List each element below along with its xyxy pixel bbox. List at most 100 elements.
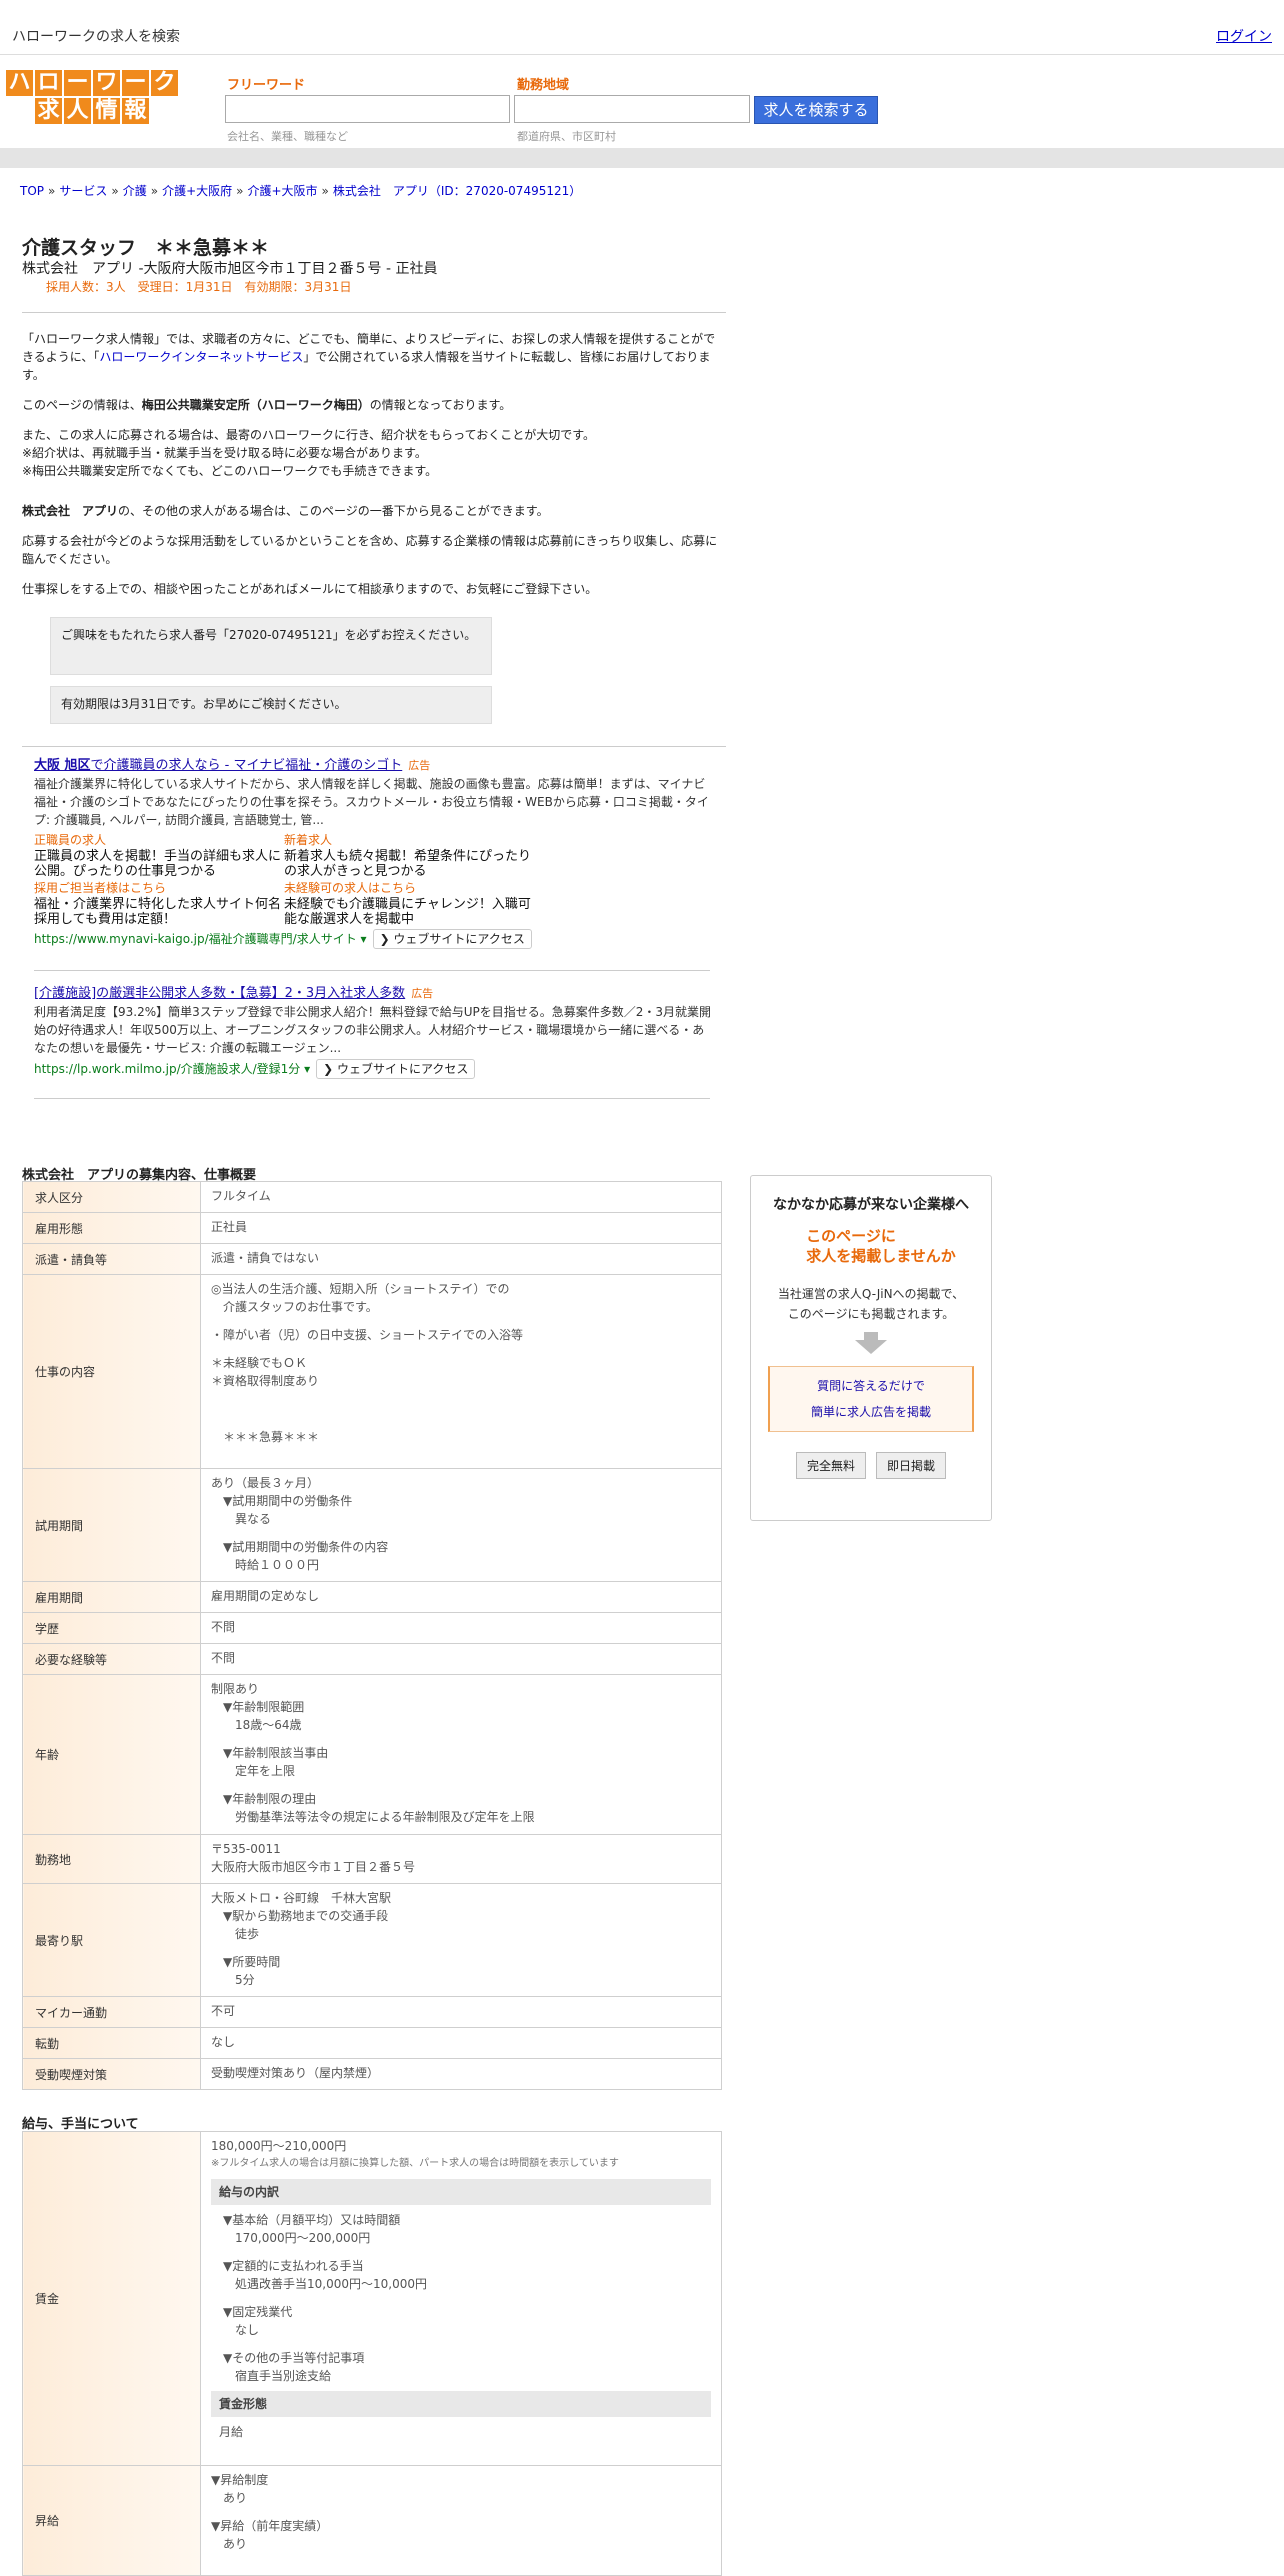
site-logo[interactable]: ハローワーク 求人情報 <box>5 69 179 125</box>
value-line: なし <box>235 2323 260 2337</box>
table-row: 仕事の内容 ◎当法人の生活介護、短期入所（ショートステイ）での 介護スタッフのお… <box>22 1274 722 1469</box>
row-label: 最寄り駅 <box>22 1883 201 1997</box>
divider <box>34 1098 710 1099</box>
table-row: 雇用期間 雇用期間の定めなし <box>22 1581 722 1613</box>
search-button[interactable]: 求人を検索する <box>754 96 878 124</box>
value-line: 170,000円〜200,000円 <box>235 2231 371 2245</box>
breadcrumb-top[interactable]: TOP <box>20 184 44 198</box>
hellowork-internet-link[interactable]: ハローワークインターネットサービス <box>99 350 303 364</box>
promo-title: なかなか応募が来ない企業様へ <box>773 1197 969 1213</box>
value-line: 18歳〜64歳 <box>235 1718 302 1732</box>
logo-char: 人 <box>64 98 91 124</box>
breadcrumb-kaigo-osaka-pref[interactable]: 介護+大阪府 <box>162 184 232 198</box>
logo-char: ー <box>64 70 91 96</box>
row-label: 派遣・請負等 <box>22 1243 201 1275</box>
row-value: 不可 <box>200 1996 722 2028</box>
freeword-label: フリーワード <box>227 78 306 93</box>
breadcrumb-kaigo-osaka-city[interactable]: 介護+大阪市 <box>247 184 317 198</box>
site-title: ハローワークの求人を検索 <box>12 29 180 45</box>
row-value: 派遣・請負ではない <box>200 1243 722 1275</box>
value-line: 異なる <box>235 1512 272 1526</box>
value-line: 〒535-0011 <box>211 1842 281 1856</box>
logo-char: 求 <box>35 98 62 124</box>
table-row: 試用期間 あり（最長３ヶ月） ▼試用期間中の労働条件 異なる ▼試用期間中の労働… <box>22 1468 722 1582</box>
ad-description: 福祉介護業界に特化している求人サイトだから、求人情報を詳しく掲載、施設の画像も豊… <box>34 777 709 827</box>
row-label: 昇給 <box>22 2465 201 2576</box>
sponsored-ad: [介護施設]の厳選非公開求人多数・【急募】2・3月入社求人多数 広告 利用者満足度… <box>34 984 714 1079</box>
promo-catch-line: 求人を掲載しませんか <box>806 1247 956 1265</box>
salary-table: 賃金 180,000円〜210,000円 ※フルタイム求人の場合は月額に換算した… <box>22 2131 722 2576</box>
table-row: 学歴 不問 <box>22 1612 722 1644</box>
logo-char: ワ <box>93 70 120 96</box>
sitelink-title: 未経験可の求人はこちら <box>284 881 417 895</box>
sitelink-title: 新着求人 <box>284 833 333 847</box>
value-line: 宿直手当別途支給 <box>235 2369 332 2383</box>
ad-badge: 広告 <box>411 987 434 1000</box>
ad-sitelink[interactable]: 未経験可の求人はこちら 未経験でも介護職員にチャレンジ！入職可能な厳選求人を掲載中 <box>284 879 534 927</box>
employer-promo-box: なかなか応募が来ない企業様へ このページに 求人を掲載しませんか 当社運営の求人… <box>750 1175 992 1521</box>
value-line: ▼所要時間 <box>223 1955 281 1969</box>
visit-website-button[interactable]: ❯ ウェブサイトにアクセス <box>372 929 532 949</box>
login-link[interactable]: ログイン <box>1216 26 1272 46</box>
intro-line: ※梅田公共職業安定所でなくても、どこのハローワークでも手続きできます。 <box>22 464 438 478</box>
ad-title-row: 大阪 旭区で介護職員の求人なら - マイナビ福祉・介護のシゴト 広告 <box>34 756 714 775</box>
company-line: 株式会社 アプリ -大阪府大阪市旭区今市１丁目２番５号 - 正社員 <box>22 261 438 277</box>
value-line: 大阪府大阪市旭区今市１丁目２番５号 <box>211 1860 416 1874</box>
salary-section-title: 給与、手当について <box>22 2117 139 2132</box>
same-day-badge-button[interactable]: 即日掲載 <box>876 1452 947 1479</box>
promo-text-line: 当社運営の求人Q-JiNへの掲載で、 <box>777 1287 965 1301</box>
ad-sitelink[interactable]: 正職員の求人 正職員の求人を掲載！手当の詳細も求人に公開。ぴったりの仕事見つかる <box>34 831 284 879</box>
value-line: あり（最長３ヶ月） <box>211 1476 320 1490</box>
value-line: 徒歩 <box>235 1927 260 1941</box>
sitelink-desc: 新着求人も続々掲載！希望条件にぴったりの求人がきっと見つかる <box>284 849 532 879</box>
office-name: 梅田公共職業安定所（ハローワーク梅田） <box>141 398 370 412</box>
row-label: 年齢 <box>22 1674 201 1835</box>
header-divider-band <box>0 148 1284 168</box>
area-label: 勤務地域 <box>517 78 570 93</box>
ad-url[interactable]: https://lp.work.milmo.jp/介護施設求人/登録1分 ▾ <box>34 1062 310 1076</box>
visit-website-button[interactable]: ❯ ウェブサイトにアクセス <box>316 1059 476 1079</box>
value-line: あり <box>223 2537 248 2551</box>
intro-paragraph: 応募する会社が今どのような採用活動をしているかということを含め、応募する企業様の… <box>22 534 718 566</box>
job-number-note: ご興味をもたれたら求人番号「27020-07495121」を必ずお控えください。 <box>50 617 492 675</box>
ad-title-link[interactable]: [介護施設]の厳選非公開求人多数・【急募】2・3月入社求人多数 <box>34 986 405 1001</box>
ad-url[interactable]: https://www.mynavi-kaigo.jp/福祉介護職専門/求人サイ… <box>34 932 367 946</box>
value-line: ▼基本給（月額平均）又は時間額 <box>223 2213 401 2227</box>
intro-text-part: の、その他の求人がある場合は、このページの一番下から見ることができます。 <box>118 504 549 518</box>
wage-form: 月給 <box>219 2425 244 2439</box>
ad-title-row: [介護施設]の厳選非公開求人多数・【急募】2・3月入社求人多数 広告 <box>34 984 714 1003</box>
row-value: 制限あり ▼年齢制限範囲 18歳〜64歳 ▼年齢制限該当事由 定年を上限 ▼年齢… <box>200 1674 722 1835</box>
down-arrow-icon <box>864 1332 878 1340</box>
value-line: ▼昇給制度 <box>211 2473 269 2487</box>
area-input[interactable] <box>514 95 750 123</box>
free-badge-button[interactable]: 完全無料 <box>795 1452 866 1479</box>
value-line: ▼定額的に支払われる手当 <box>223 2259 364 2273</box>
table-row: 雇用形態 正社員 <box>22 1212 722 1244</box>
row-label: 仕事の内容 <box>22 1274 201 1469</box>
ad-title-link[interactable]: 大阪 旭区で介護職員の求人なら - マイナビ福祉・介護のシゴト <box>34 758 402 773</box>
ad-badge: 広告 <box>408 759 431 772</box>
job-details-table: 求人区分 フルタイム 雇用形態 正社員 派遣・請負等 派遣・請負ではない 仕事の内容 … <box>22 1181 722 2090</box>
down-arrow-icon <box>855 1340 887 1354</box>
breadcrumb-company[interactable]: 株式会社 アプリ（ID：27020-07495121） <box>333 184 581 198</box>
promo-link[interactable]: 質問に答えるだけで <box>770 1373 972 1399</box>
breadcrumb-kaigo[interactable]: 介護 <box>123 184 147 198</box>
promo-cta-box: 質問に答えるだけで 簡単に求人広告を掲載 <box>768 1366 974 1432</box>
breadcrumb-service[interactable]: サービス <box>59 184 107 198</box>
value-line: ▼昇給（前年度実績） <box>211 2519 329 2533</box>
row-value: 大阪メトロ・谷町線 千林大宮駅 ▼駅から勤務地までの交通手段 徒歩 ▼所要時間 … <box>200 1883 722 1997</box>
ad-title-text: [介護施設]の厳選非公開求人多数・【急募】2・3月入社求人多数 <box>34 986 406 1001</box>
ad-sitelink[interactable]: 新着求人新着求人も続々掲載！希望条件にぴったりの求人がきっと見つかる <box>284 831 534 879</box>
promo-link[interactable]: 簡単に求人広告を掲載 <box>770 1399 972 1425</box>
logo-char: ク <box>151 70 178 96</box>
promo-catch-line: このページに <box>806 1227 896 1245</box>
freeword-input[interactable] <box>225 95 510 123</box>
value-line: 5分 <box>235 1973 255 1987</box>
promo-catchcopy: このページに 求人を掲載しませんか <box>751 1226 991 1266</box>
table-row: マイカー通勤 不可 <box>22 1996 722 2028</box>
table-row: 勤務地 〒535-0011 大阪府大阪市旭区今市１丁目２番５号 <box>22 1834 722 1884</box>
ad-sitelink[interactable]: 採用ご担当者様はこちら 福祉・介護業界に特化した求人サイト何名採用しても費用は定額… <box>34 879 284 927</box>
value-line: ▼その他の手当等付記事項 <box>223 2351 365 2365</box>
intro-line: ※紹介状は、再就職手当・就業手当を受け取る時に必要な場合があります。 <box>22 446 427 460</box>
logo-char: ー <box>122 70 149 96</box>
